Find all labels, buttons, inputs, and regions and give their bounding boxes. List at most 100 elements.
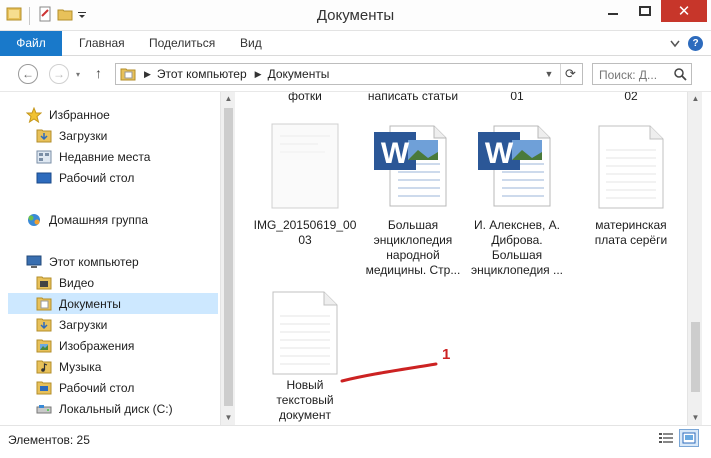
maximize-button[interactable] <box>629 0 661 22</box>
nav-this-pc[interactable]: Этот компьютер <box>25 251 235 272</box>
text-document-icon <box>272 291 338 375</box>
search-icon[interactable] <box>673 67 687 84</box>
recent-places-icon <box>35 149 53 165</box>
expand-ribbon-icon[interactable] <box>670 37 680 51</box>
nav-item-label: Музыка <box>59 359 102 374</box>
large-icons-view-icon <box>682 432 696 444</box>
svg-text:W: W <box>381 137 410 170</box>
back-button[interactable]: ← <box>18 64 38 84</box>
desktop-folder-icon <box>35 380 53 396</box>
close-button[interactable]: ✕ <box>661 0 707 22</box>
refresh-icon[interactable]: ⟳ <box>560 64 580 84</box>
nav-favorites-desktop[interactable]: Рабочий стол <box>35 167 235 188</box>
nav-pc-documents[interactable]: Документы <box>8 293 218 314</box>
large-icons-view-button[interactable] <box>679 429 699 447</box>
local-disk-icon <box>35 401 53 417</box>
file-item-label: И. Алекснев, А. Диброва. Большая энцикло… <box>471 218 563 277</box>
file-item-label: материнская плата серёги <box>594 218 668 247</box>
nav-item-label: Недавние места <box>59 149 151 164</box>
nav-item-label: Загрузки <box>59 128 108 143</box>
svg-text:W: W <box>485 137 514 170</box>
file-list: фотки фундамент написать статьи IMG_2015… <box>236 92 687 425</box>
annotation-number: 1 <box>442 346 451 363</box>
nav-pc-local-disk[interactable]: Локальный диск (C:) <box>35 398 235 419</box>
music-folder-icon <box>35 359 53 375</box>
breadcrumb-chevron-icon[interactable]: ▶ <box>255 69 262 80</box>
download-folder-icon <box>35 128 53 144</box>
tab-view[interactable]: Вид <box>240 31 262 56</box>
nav-homegroup[interactable]: Домашняя группа <box>25 209 235 230</box>
nav-item-label: Рабочий стол <box>59 380 135 395</box>
file-list-scrollbar[interactable]: ▲ ▼ <box>687 92 702 425</box>
address-dropdown-icon[interactable]: ▼ <box>542 64 556 84</box>
file-item-fotki[interactable]: фотки <box>250 92 360 104</box>
nav-item-label: Изображения <box>59 338 135 353</box>
download-folder-icon <box>35 317 53 333</box>
window-controls: ✕ <box>597 0 707 22</box>
maximize-icon <box>639 6 651 16</box>
computer-icon <box>25 254 43 270</box>
forward-button[interactable]: → <box>49 64 69 84</box>
back-arrow-icon: ← <box>22 67 34 81</box>
nav-homegroup-label: Домашняя группа <box>49 212 149 227</box>
item-count: Элементов: 25 <box>8 433 90 447</box>
help-icon[interactable]: ? <box>688 36 703 51</box>
ribbon-tabs: Файл Главная Поделиться Вид ? <box>0 31 711 56</box>
file-item-img-02[interactable]: IMG_20150619_00 02 <box>576 92 686 104</box>
address-bar[interactable]: ▶ Этот компьютер ▶ Документы ▼ ⟳ <box>115 63 583 85</box>
minimize-icon <box>608 13 618 15</box>
nav-pc-pictures[interactable]: Изображения <box>35 335 235 356</box>
nav-favorites-label: Избранное <box>49 107 110 122</box>
breadcrumb-chevron-icon[interactable]: ▶ <box>144 69 151 80</box>
nav-pc-video[interactable]: Видео <box>35 272 235 293</box>
scroll-up-icon[interactable]: ▲ <box>688 92 703 106</box>
navigation-bar: ← → ▾ ↑ ▶ Этот компьютер ▶ Документы ▼ ⟳… <box>0 56 711 92</box>
details-view-button[interactable] <box>656 429 676 447</box>
scroll-down-icon[interactable]: ▼ <box>688 411 703 425</box>
nav-pc-downloads[interactable]: Загрузки <box>35 314 235 335</box>
nav-item-label: Рабочий стол <box>59 170 135 185</box>
tab-home[interactable]: Главная <box>79 31 125 56</box>
file-item-label: Новый текстовый документ <box>276 378 334 422</box>
ribbon-right-controls: ? <box>670 36 703 51</box>
documents-folder-icon <box>35 296 53 312</box>
minimize-button[interactable] <box>597 0 629 22</box>
nav-pane-scrollbar[interactable]: ▲ ▼ <box>220 92 235 425</box>
search-box[interactable]: Поиск: Д... <box>592 63 692 85</box>
nav-pc-desktop[interactable]: Рабочий стол <box>35 377 235 398</box>
video-folder-icon <box>35 275 53 291</box>
nav-this-pc-label: Этот компьютер <box>49 254 139 269</box>
status-bar: Элементов: 25 <box>0 425 711 458</box>
file-item-fundament[interactable]: фундамент написать статьи <box>358 92 468 104</box>
file-item-label: Большая энциклопедия народной медицины. … <box>365 218 461 277</box>
homegroup-icon <box>25 212 43 228</box>
details-view-icon <box>659 433 673 443</box>
recent-locations-icon[interactable]: ▾ <box>76 70 80 79</box>
nav-pc-music[interactable]: Музыка <box>35 356 235 377</box>
close-icon: ✕ <box>677 3 691 20</box>
tab-file[interactable]: Файл <box>0 31 62 56</box>
nav-item-label: Локальный диск (C:) <box>59 401 173 416</box>
breadcrumb-documents[interactable]: Документы <box>268 67 330 81</box>
navigation-pane: Избранное Загрузки Недавние места Рабочи… <box>0 92 235 425</box>
breadcrumb-this-pc[interactable]: Этот компьютер <box>157 67 247 81</box>
search-placeholder: Поиск: Д... <box>599 68 658 82</box>
file-item-img-01[interactable]: IMG_20150619_00 01 <box>462 92 572 104</box>
tab-share[interactable]: Поделиться <box>149 31 215 56</box>
file-list-scroll-thumb[interactable] <box>691 322 700 392</box>
word-document-icon: W <box>374 125 447 207</box>
nav-item-label: Загрузки <box>59 317 108 332</box>
pictures-folder-icon <box>35 338 53 354</box>
image-thumbnail-icon <box>271 123 339 209</box>
nav-favorites-downloads[interactable]: Загрузки <box>35 125 235 146</box>
nav-favorites-recent[interactable]: Недавние места <box>35 146 235 167</box>
nav-scroll-thumb[interactable] <box>224 108 233 406</box>
scroll-up-icon[interactable]: ▲ <box>221 92 236 106</box>
nav-item-label: Видео <box>59 275 95 290</box>
documents-location-icon <box>120 67 136 81</box>
scroll-down-icon[interactable]: ▼ <box>221 411 236 425</box>
view-switcher <box>656 429 699 447</box>
file-item-label: IMG_20150619_00 03 <box>253 218 357 247</box>
up-arrow-icon[interactable]: ↑ <box>95 65 102 81</box>
nav-favorites[interactable]: Избранное <box>25 104 235 125</box>
